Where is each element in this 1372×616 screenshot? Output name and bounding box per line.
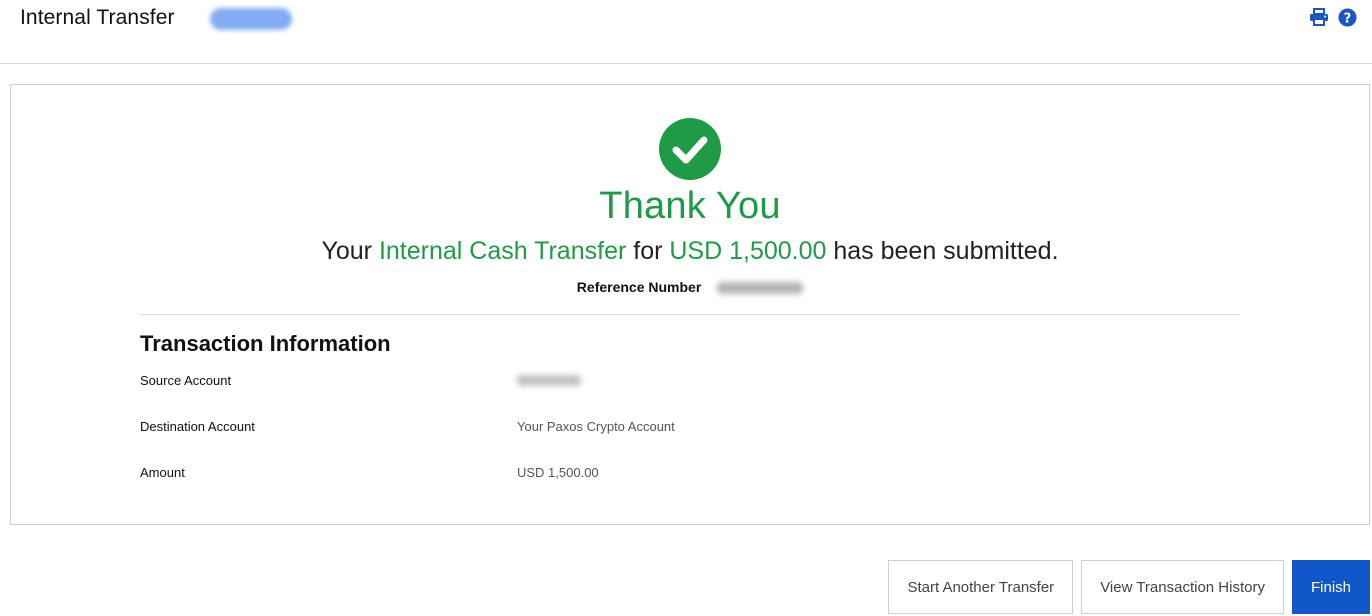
info-value: USD 1,500.00 [517, 465, 599, 480]
confirmation-card: Thank You Your Internal Cash Transfer fo… [10, 84, 1370, 525]
thank-you-heading: Thank You [599, 185, 781, 227]
footer-actions: Start Another Transfer View Transaction … [888, 560, 1370, 614]
info-label: Destination Account [140, 419, 255, 434]
amount-row: Amount USD 1,500.00 [140, 465, 1140, 485]
page-header: Internal Transfer ? [0, 0, 1372, 64]
info-label: Amount [140, 465, 185, 480]
finish-button[interactable]: Finish [1291, 560, 1370, 614]
message-suffix: has been submitted. [826, 237, 1059, 265]
destination-account-row: Destination Account Your Paxos Crypto Ac… [140, 419, 1140, 439]
header-actions: ? [1308, 6, 1358, 28]
start-another-transfer-button[interactable]: Start Another Transfer [888, 560, 1074, 614]
reference-row: Reference Number [11, 279, 1369, 295]
print-icon[interactable] [1308, 6, 1330, 28]
transfer-type: Internal Cash Transfer [378, 237, 627, 265]
divider [140, 314, 1240, 315]
source-account-value-redacted [517, 373, 581, 389]
help-icon[interactable]: ? [1336, 6, 1358, 28]
svg-text:?: ? [1343, 11, 1351, 26]
reference-label: Reference Number [576, 279, 702, 295]
message-prefix: Your [321, 237, 379, 265]
source-account-row: Source Account [140, 373, 1140, 393]
message-for: for [626, 237, 670, 265]
account-badge [210, 8, 292, 30]
info-value: Your Paxos Crypto Account [517, 419, 675, 434]
check-circle-icon [659, 118, 721, 180]
reference-number-redacted [717, 282, 804, 295]
page-title: Internal Transfer [20, 6, 175, 29]
transfer-amount: USD 1,500.00 [669, 237, 827, 265]
transaction-info-title: Transaction Information [140, 331, 391, 356]
view-transaction-history-button[interactable]: View Transaction History [1081, 560, 1284, 614]
info-label: Source Account [140, 373, 232, 388]
submission-message: Your Internal Cash Transfer for USD 1,50… [11, 237, 1369, 266]
